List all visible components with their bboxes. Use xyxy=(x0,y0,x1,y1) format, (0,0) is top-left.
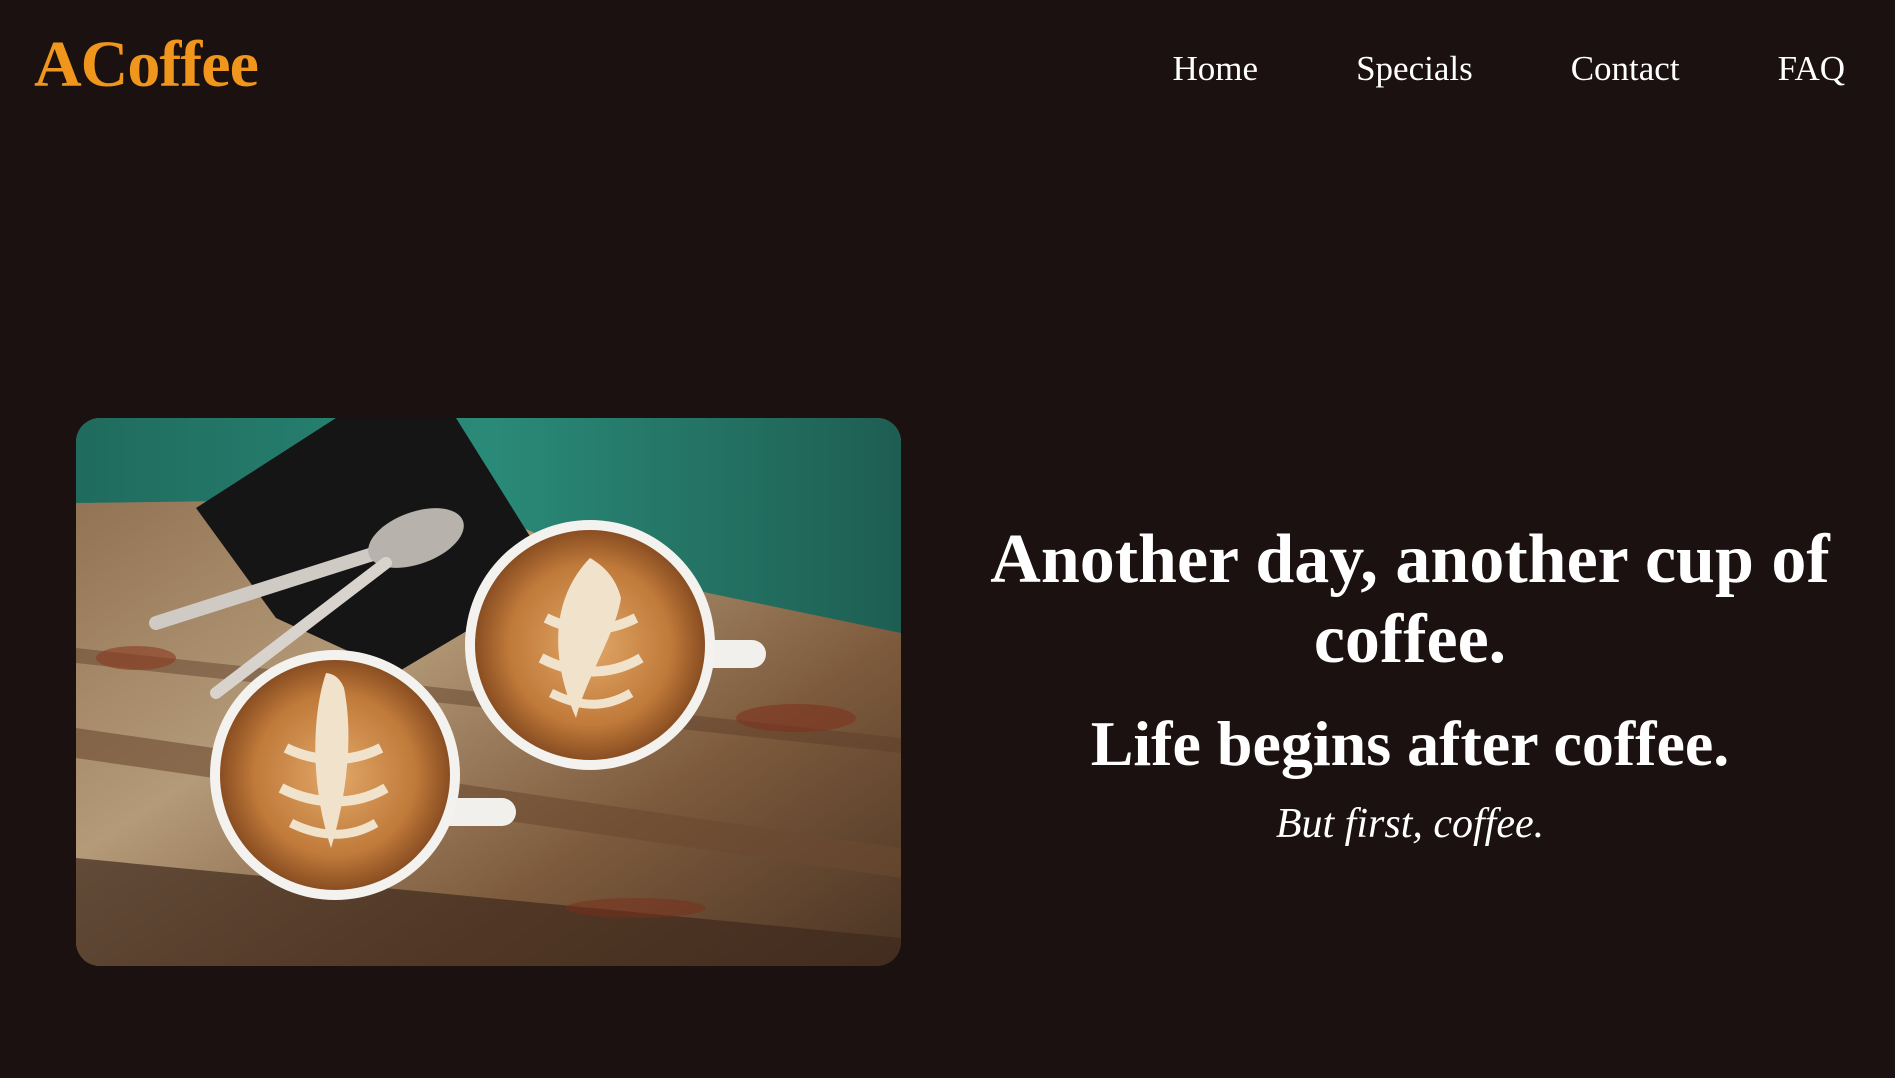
hero-subtitle: Life begins after coffee. xyxy=(1090,708,1730,779)
hero-title: Another day, another cup of coffee. xyxy=(990,521,1830,678)
main-nav: Home Specials Contact FAQ xyxy=(1173,49,1845,89)
site-header: ACoffee Home Specials Contact FAQ xyxy=(0,0,1895,140)
nav-item-faq[interactable]: FAQ xyxy=(1778,49,1845,89)
latte-art-photo-icon xyxy=(76,418,901,966)
nav-item-home[interactable]: Home xyxy=(1173,49,1259,89)
nav-item-contact[interactable]: Contact xyxy=(1571,49,1680,89)
page: ACoffee Home Specials Contact FAQ Anothe… xyxy=(0,0,1895,1078)
hero-image xyxy=(76,418,901,966)
hero-tagline: But first, coffee. xyxy=(1275,801,1545,847)
nav-item-specials[interactable]: Specials xyxy=(1356,49,1473,89)
hero-text: Another day, another cup of coffee. Life… xyxy=(960,520,1860,854)
brand-logo[interactable]: ACoffee xyxy=(34,32,259,98)
